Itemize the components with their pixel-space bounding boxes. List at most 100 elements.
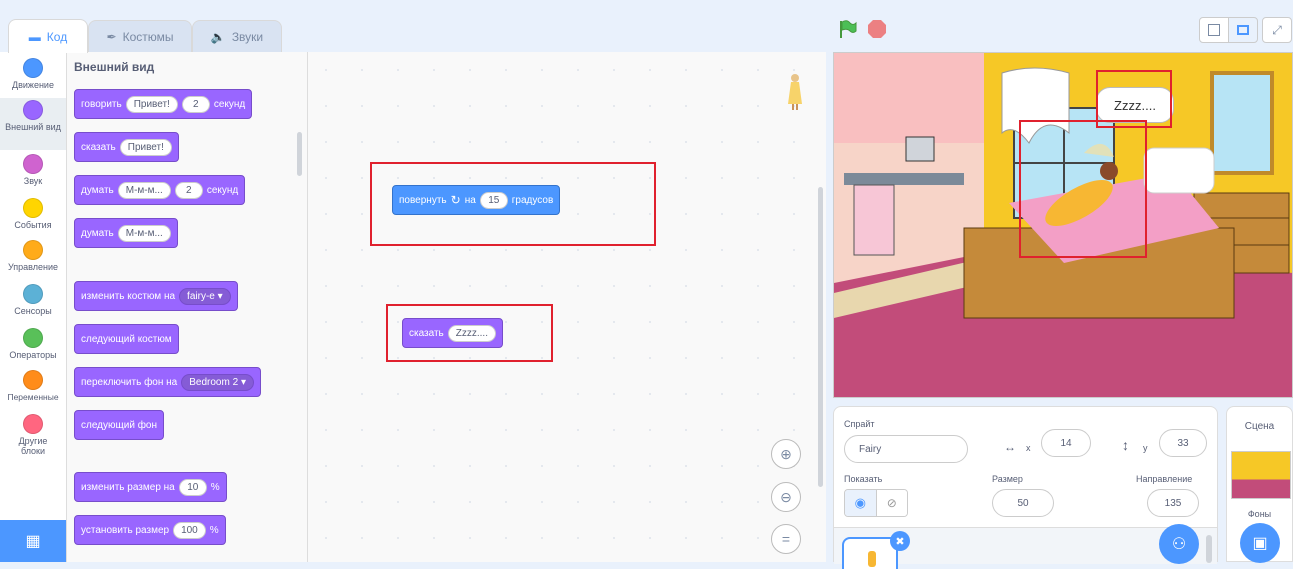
extension-icon: ▦ [25,533,41,550]
block-input[interactable]: 15 [479,191,508,209]
stage-pane[interactable]: Сцена Фоны ▣ [1226,406,1293,563]
palette-heading: Внешний вид [74,60,155,74]
tab-costumes[interactable]: ✒ Костюмы [88,20,192,52]
y-field[interactable]: 33 [1159,429,1207,457]
category-label: Движение [12,80,54,90]
block-input[interactable]: 2 [174,181,203,199]
zoom-in-icon: ⊕ [780,445,792,462]
block-input[interactable]: Zzzz.... [447,324,496,342]
dropdown-value: Bedroom 2 [189,376,239,388]
block-input[interactable]: Привет! [125,95,178,113]
palette-scrollbar[interactable] [297,132,302,176]
zoom-reset-button[interactable]: = [771,524,801,554]
zoom-out-button[interactable]: ⊖ [771,482,801,512]
category-label: Операторы [9,350,57,360]
block-word: % [209,524,219,536]
code-icon: ▬ [28,29,41,44]
category-label: Сенсоры [14,306,52,316]
hide-button[interactable]: ⊘ [875,490,907,516]
block-think-for-secs[interactable]: думать М-м-м... 2 секунд [74,175,246,205]
block-input[interactable]: Привет! [119,138,172,156]
sensing-dot-icon [23,284,43,304]
block-word: установить размер [81,524,170,536]
block-word: секунд [213,98,246,110]
x-field[interactable]: 14 [1041,429,1091,457]
category-sensing[interactable]: Сенсоры [0,284,66,324]
category-looks[interactable]: Внешний вид [0,98,66,150]
block-switch-backdrop[interactable]: переключить фон на Bedroom 2 ▾ [74,367,261,397]
category-label: Переменные [7,392,59,402]
add-backdrop-button[interactable]: ▣ [1240,523,1280,563]
block-word: сказать [409,327,444,339]
sprite-name-field[interactable]: Fairy [844,435,968,463]
sprite-thumb-icon [786,72,804,112]
tab-costumes-label: Костюмы [122,29,174,44]
block-palette[interactable]: Внешний вид говорить Привет! 2 секунд ск… [67,52,308,562]
category-variables[interactable]: Переменные [0,370,66,410]
events-dot-icon [23,198,43,218]
tab-sounds[interactable]: 🔈 Звуки [192,20,282,52]
block-switch-costume[interactable]: изменить костюм на fairy-e ▾ [74,281,238,311]
stage-pane-title: Сцена [1244,421,1275,432]
tab-code[interactable]: ▬ Код [8,19,88,53]
block-set-size[interactable]: установить размер 100 % [74,515,226,545]
category-label: Внешний вид [5,122,61,132]
normal-stage-button[interactable] [1228,17,1258,43]
block-input[interactable]: М-м-м... [117,224,171,242]
sprite-list-scrollbar[interactable] [1206,535,1212,563]
block-say[interactable]: сказать Zzzz.... [402,318,503,348]
category-sound[interactable]: Звук [0,154,66,194]
zoom-in-button[interactable]: ⊕ [771,439,801,469]
category-motion[interactable]: Движение [0,58,66,98]
block-change-size[interactable]: изменить размер на 10 % [74,472,227,502]
block-input[interactable]: М-м-м... [117,181,171,199]
block-next-backdrop[interactable]: следующий фон [74,410,165,440]
block-turn-right[interactable]: повернуть ↻ на 15 градусов [392,185,561,215]
script-scrollbar[interactable] [818,187,823,487]
block-input[interactable]: 2 [181,95,210,113]
normal-stage-icon [1237,25,1249,35]
show-button[interactable]: ◉ [845,490,876,516]
block-word: думать [81,184,114,196]
category-operators[interactable]: Операторы [0,328,66,368]
block-think[interactable]: думать М-м-м... [74,218,178,248]
block-word: изменить размер на [81,481,175,493]
stop-icon[interactable] [867,19,887,44]
delete-sprite-button[interactable]: ✖ [890,531,910,551]
backdrop-dropdown[interactable]: Bedroom 2 ▾ [181,373,254,391]
category-control[interactable]: Управление [0,240,66,280]
block-word: на [464,194,476,206]
rotate-right-icon: ↻ [450,193,461,207]
green-flag-icon[interactable] [838,19,858,44]
add-extension-button[interactable]: ▦ [0,520,66,562]
zoom-reset-icon: = [781,531,791,547]
block-input[interactable]: 10 [178,478,207,496]
direction-field[interactable]: 135 [1147,489,1199,517]
costume-dropdown[interactable]: fairy-e ▾ [179,287,231,305]
add-sprite-button[interactable]: ⚇ [1159,524,1199,564]
stage[interactable]: Zzzz.... [833,52,1293,398]
eye-icon: ◉ [854,495,866,510]
image-add-icon: ▣ [1252,535,1268,552]
block-say[interactable]: сказать Привет! [74,132,179,162]
speaker-icon: 🔈 [210,29,226,44]
fullscreen-button[interactable]: ⤢ [1262,17,1292,43]
small-stage-button[interactable] [1199,17,1229,43]
sprite-label: Спрайт [844,419,875,429]
block-word: повернуть [399,194,447,206]
cat-add-icon: ⚇ [1171,536,1187,553]
block-next-costume[interactable]: следующий костюм [74,324,179,354]
block-word: сказать [81,141,116,153]
backdrop-thumbnail[interactable] [1231,451,1291,499]
block-word: % [210,481,220,493]
y-arrow-icon: ↕ [1122,437,1129,453]
block-word: градусов [511,194,554,206]
size-field[interactable]: 50 [992,489,1054,517]
block-input[interactable]: 100 [173,521,206,539]
script-area[interactable]: повернуть ↻ на 15 градусов сказать Zzzz.… [308,52,826,562]
sprite-info-panel: Спрайт Fairy ↔ x 14 ↕ y 33 Показать ◉ ⊘ … [833,406,1218,569]
category-my-blocks[interactable]: Другие блоки [0,414,66,458]
category-events[interactable]: События [0,198,66,238]
category-menu: Движение Внешний вид Звук События Управл… [0,52,67,562]
block-say-for-secs[interactable]: говорить Привет! 2 секунд [74,89,253,119]
